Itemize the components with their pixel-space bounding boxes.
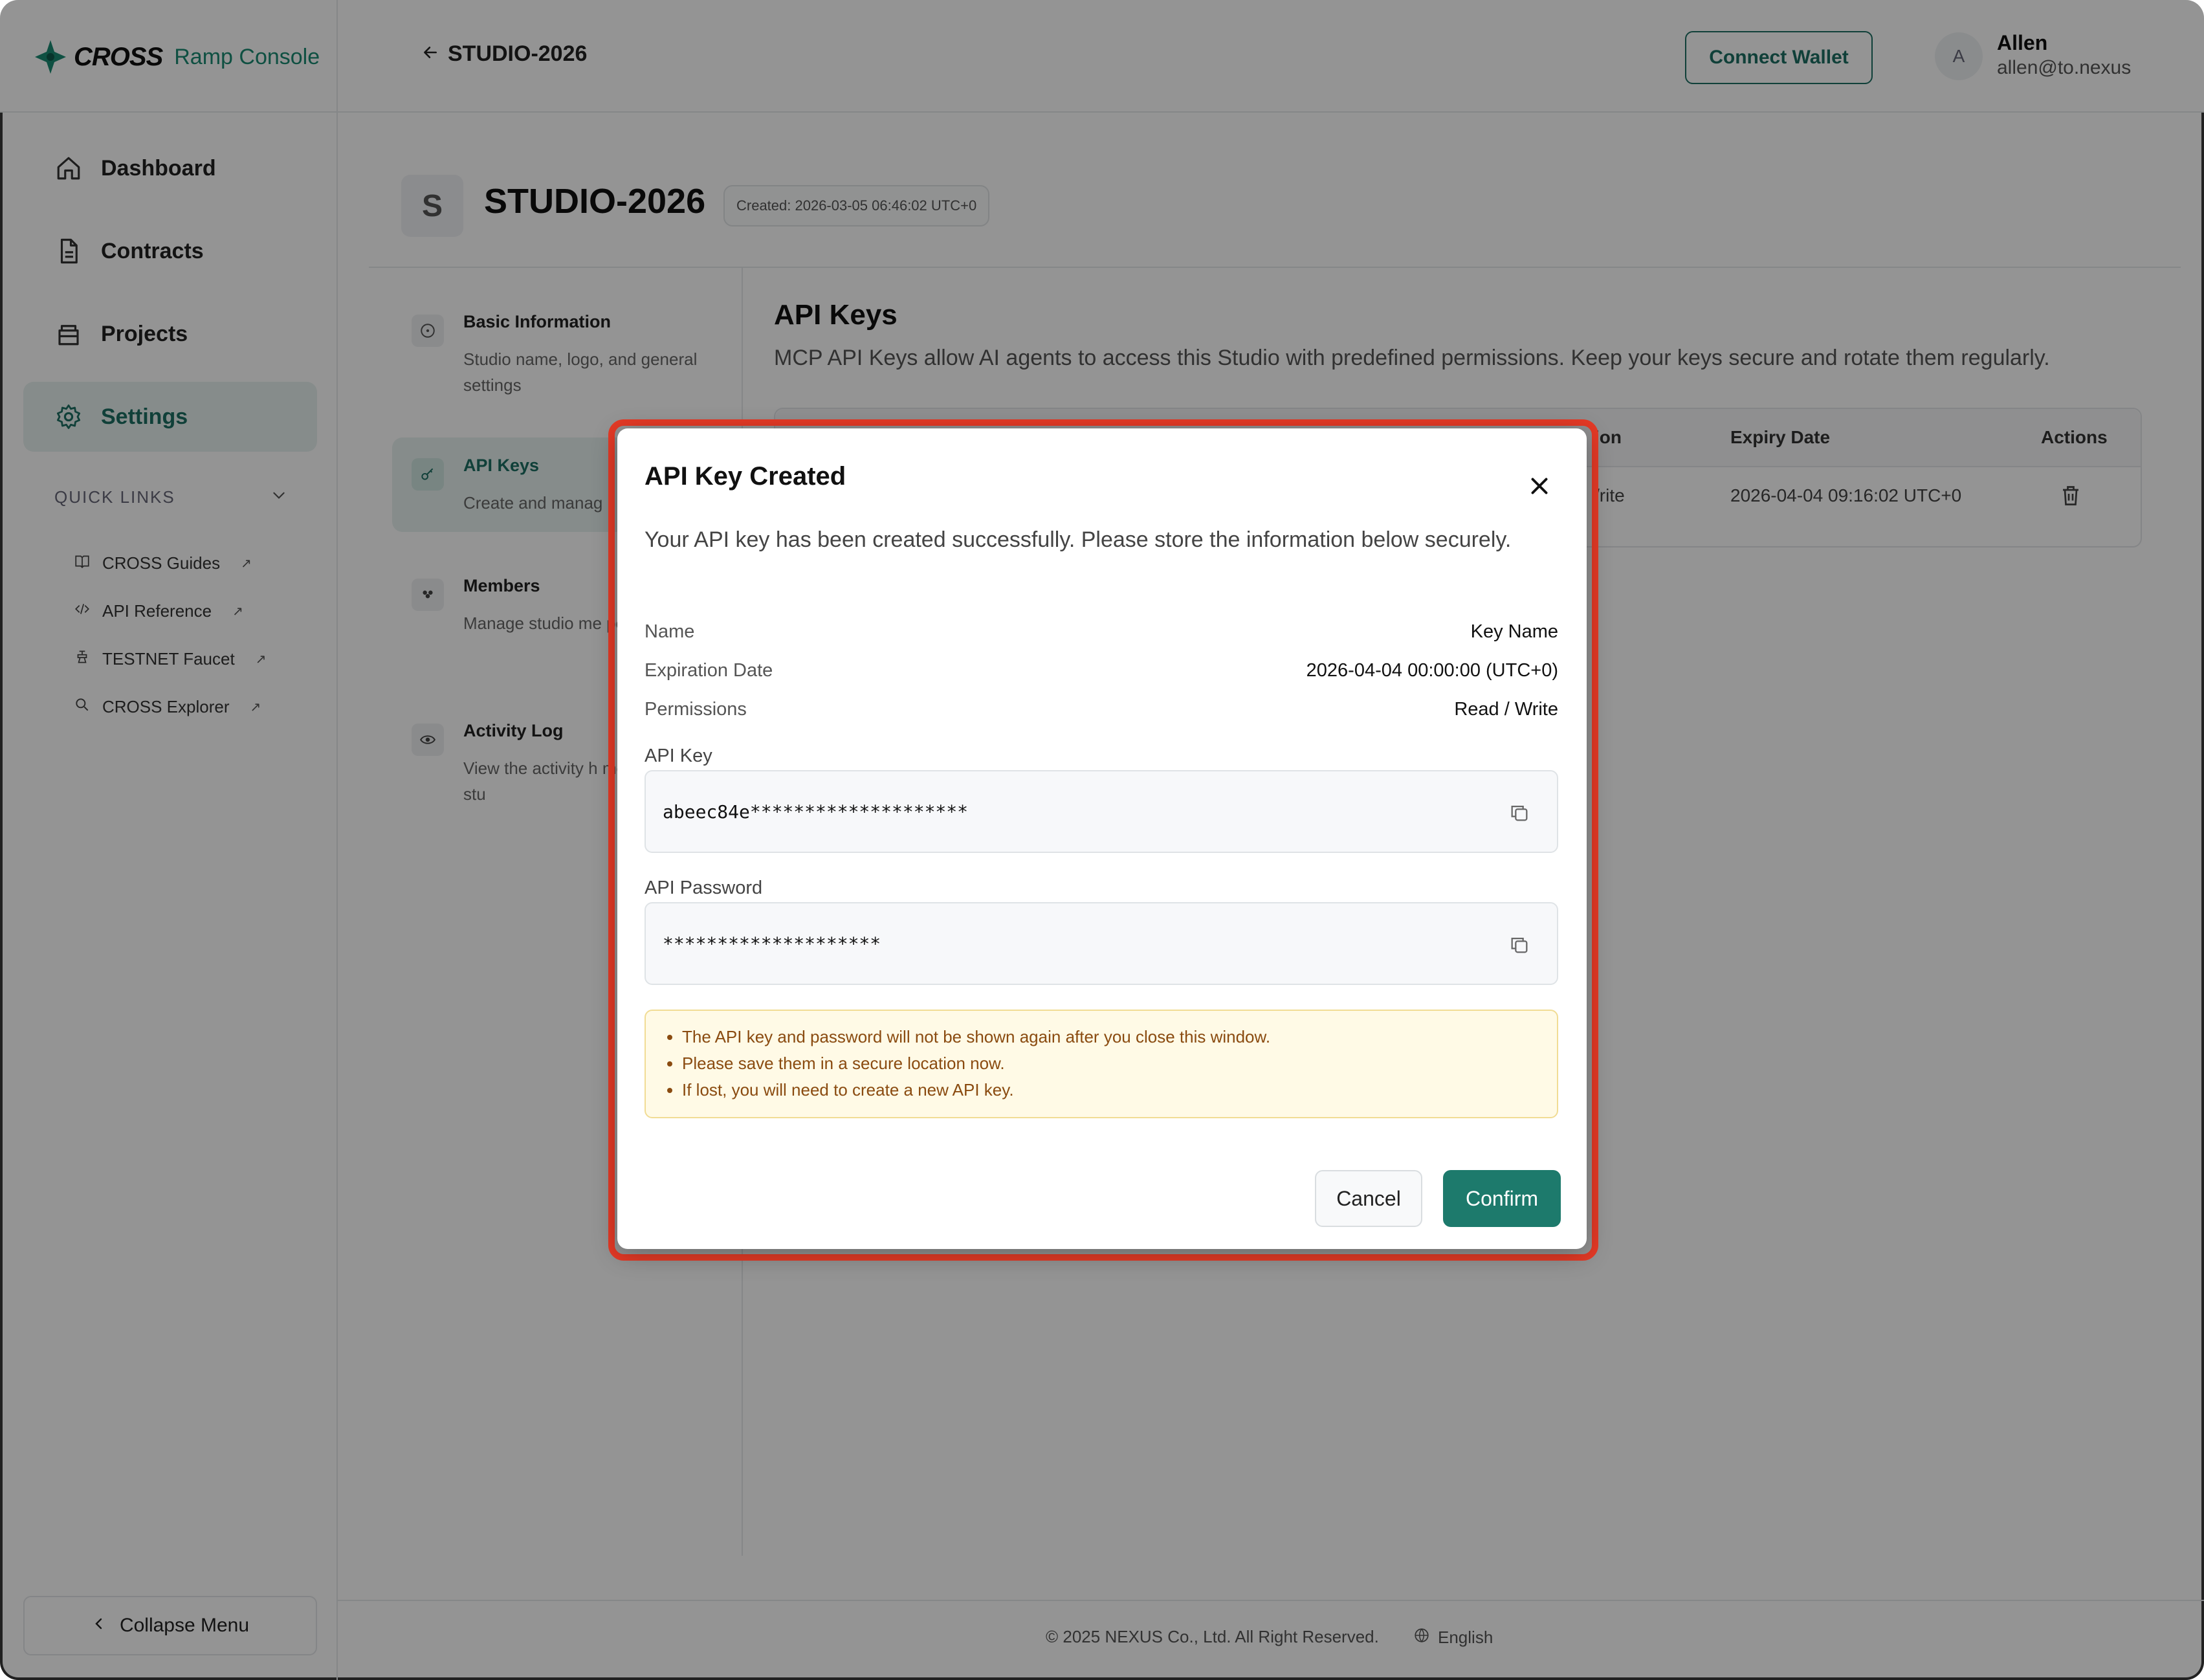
api-key-value: abeec84e******************** [663, 801, 969, 823]
copy-icon[interactable] [1506, 932, 1532, 958]
app-window: CROSS Ramp Console STUDIO-2026 Connect W… [0, 0, 2204, 1680]
detail-value: 2026-04-04 00:00:00 (UTC+0) [1306, 660, 1558, 681]
confirm-button[interactable]: Confirm [1443, 1170, 1561, 1227]
warning-item: The API key and password will not be sho… [682, 1024, 1557, 1050]
api-password-value: ******************** [663, 933, 881, 955]
close-icon[interactable] [1523, 470, 1556, 502]
api-key-label: API Key [645, 746, 712, 766]
api-password-field[interactable]: ******************** [645, 902, 1558, 985]
detail-row-expiration: Expiration Date 2026-04-04 00:00:00 (UTC… [645, 660, 1558, 681]
detail-value: Read / Write [1454, 699, 1558, 720]
cancel-button[interactable]: Cancel [1315, 1170, 1422, 1227]
detail-row-permissions: Permissions Read / Write [645, 699, 1558, 720]
dialog-title: API Key Created [645, 462, 846, 491]
api-key-field[interactable]: abeec84e******************** [645, 770, 1558, 853]
api-password-label: API Password [645, 878, 763, 898]
detail-row-name: Name Key Name [645, 621, 1558, 643]
detail-label: Name [645, 621, 695, 642]
dialog-intro: Your API key has been created successful… [645, 527, 1512, 552]
warning-box: The API key and password will not be sho… [645, 1010, 1558, 1118]
detail-label: Permissions [645, 699, 747, 720]
api-key-created-dialog: API Key Created Your API key has been cr… [617, 428, 1587, 1249]
detail-label: Expiration Date [645, 660, 773, 681]
copy-icon[interactable] [1506, 800, 1532, 826]
detail-value: Key Name [1470, 621, 1558, 642]
warning-item: If lost, you will need to create a new A… [682, 1077, 1557, 1103]
warning-item: Please save them in a secure location no… [682, 1050, 1557, 1077]
